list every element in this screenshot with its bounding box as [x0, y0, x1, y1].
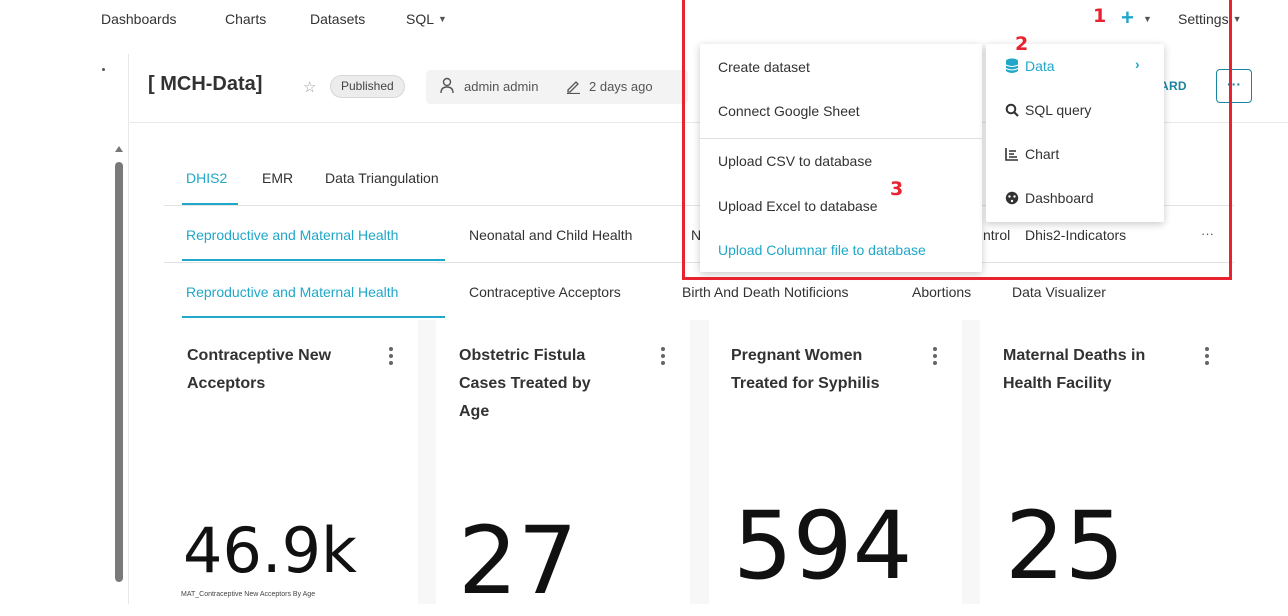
card-title-line: Acceptors	[187, 375, 266, 392]
nav-charts[interactable]: Charts	[225, 11, 266, 27]
card-title-line: Contraceptive New	[187, 347, 332, 364]
card-title-line: Age	[459, 403, 490, 420]
card-title: Maternal Deaths in Health Facility	[1003, 342, 1145, 398]
tab-reproductive-maternal-health-sub[interactable]: Reproductive and Maternal Health	[186, 284, 398, 300]
kebab-menu-icon[interactable]	[389, 347, 393, 368]
kebab-menu-icon[interactable]	[933, 347, 937, 368]
annotation-highlight-box	[682, 0, 1232, 280]
chevron-down-icon: ▼	[1232, 14, 1242, 24]
tab-underline	[182, 316, 445, 318]
nav-sql-label: SQL	[406, 11, 435, 27]
tab-abortions[interactable]: Abortions	[912, 284, 971, 300]
big-number: 25	[1005, 492, 1125, 601]
tab-emr[interactable]: EMR	[262, 170, 293, 186]
star-icon[interactable]: ☆	[303, 78, 316, 96]
tab-underline	[182, 259, 445, 261]
card-title: Obstetric Fistula Cases Treated by Age	[459, 342, 591, 426]
scroll-up-arrow[interactable]	[115, 146, 123, 152]
tab-dhis2[interactable]: DHIS2	[186, 170, 227, 186]
sidebar-marker	[102, 68, 105, 71]
page-title: [ MCH-Data]	[148, 73, 263, 95]
big-number: 27	[458, 507, 578, 616]
modified-time: 2 days ago	[589, 79, 653, 94]
tab-data-visualizer[interactable]: Data Visualizer	[1012, 284, 1106, 300]
kebab-menu-icon[interactable]	[661, 347, 665, 368]
card-title: Pregnant Women Treated for Syphilis	[731, 342, 879, 398]
scrollbar-thumb[interactable]	[115, 162, 123, 582]
owner-name: admin admin	[464, 79, 539, 94]
tab-birth-death-notifications[interactable]: Birth And Death Notificions	[682, 284, 849, 300]
tab-reproductive-maternal-health[interactable]: Reproductive and Maternal Health	[186, 227, 398, 243]
tab-data-triangulation[interactable]: Data Triangulation	[325, 170, 439, 186]
card-title-line: Cases Treated by	[459, 375, 591, 392]
annotation-step-2: 2	[1015, 33, 1029, 55]
nav-dashboards[interactable]: Dashboards	[101, 11, 177, 27]
big-number: 594	[733, 492, 913, 601]
chevron-down-icon: ▼	[438, 14, 447, 24]
card-title-line: Maternal Deaths in	[1003, 347, 1146, 364]
divider	[128, 54, 129, 604]
pencil-icon	[567, 81, 580, 94]
card-title-line: Health Facility	[1003, 375, 1112, 392]
card-subcaption: MAT_Contraceptive New Acceptors By Age	[181, 591, 316, 598]
tab-neonatal-child-health[interactable]: Neonatal and Child Health	[469, 227, 632, 243]
card-title: Contraceptive New Acceptors	[187, 342, 331, 398]
user-icon	[440, 77, 454, 94]
big-number: 46.9k	[183, 514, 357, 587]
annotation-step-3: 3	[890, 178, 904, 200]
card-title-line: Treated for Syphilis	[731, 375, 880, 392]
nav-datasets[interactable]: Datasets	[310, 11, 365, 27]
card-title-line: Obstetric Fistula	[459, 347, 586, 364]
status-badge: Published	[330, 75, 405, 98]
card-title-line: Pregnant Women	[731, 347, 863, 364]
tab-contraceptive-acceptors[interactable]: Contraceptive Acceptors	[469, 284, 621, 300]
annotation-step-1: 1	[1093, 5, 1107, 27]
nav-sql[interactable]: SQL ▼	[406, 11, 447, 27]
kebab-menu-icon[interactable]	[1205, 347, 1209, 368]
